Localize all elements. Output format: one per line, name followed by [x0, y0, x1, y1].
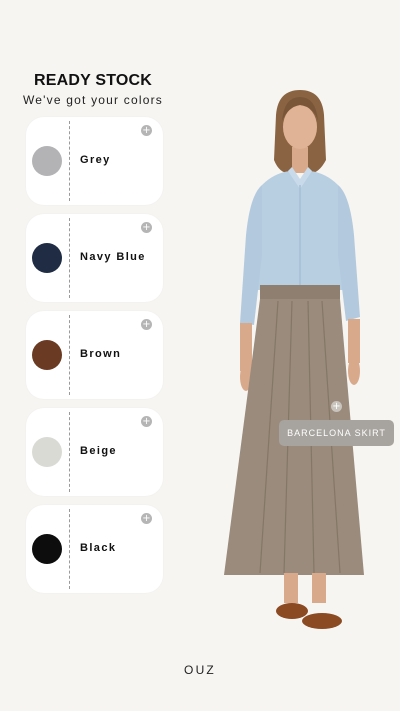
color-card-black[interactable]: Black + — [26, 505, 163, 593]
color-card-list: Grey + Navy Blue + Brown + Beige + Black… — [26, 117, 163, 602]
plus-circle-icon[interactable]: + — [141, 513, 152, 524]
color-label: Black — [80, 542, 117, 554]
brand-logo: OUZ — [184, 663, 216, 677]
divider — [69, 315, 70, 395]
color-card-grey[interactable]: Grey + — [26, 117, 163, 205]
plus-circle-icon[interactable]: + — [331, 401, 342, 412]
divider — [69, 412, 70, 492]
plus-circle-icon[interactable]: + — [141, 125, 152, 136]
page-title: READY STOCK — [33, 72, 153, 89]
divider — [69, 218, 70, 298]
product-tag[interactable]: BARCELONA SKIRT — [279, 420, 394, 446]
color-swatch — [32, 534, 62, 564]
color-card-navy-blue[interactable]: Navy Blue + — [26, 214, 163, 302]
color-label: Navy Blue — [80, 251, 146, 263]
plus-circle-icon[interactable]: + — [141, 319, 152, 330]
color-swatch — [32, 437, 62, 467]
page-subtitle: We've got your colors — [23, 93, 163, 107]
divider — [69, 509, 70, 589]
color-swatch — [32, 340, 62, 370]
divider — [69, 121, 70, 201]
color-label: Grey — [80, 154, 111, 166]
color-swatch — [32, 146, 62, 176]
color-card-brown[interactable]: Brown + — [26, 311, 163, 399]
header: READY STOCK We've got your colors — [0, 72, 186, 107]
color-label: Brown — [80, 348, 122, 360]
plus-circle-icon[interactable]: + — [141, 222, 152, 233]
color-swatch — [32, 243, 62, 273]
color-card-beige[interactable]: Beige + — [26, 408, 163, 496]
plus-circle-icon[interactable]: + — [141, 416, 152, 427]
model-photo — [224, 90, 364, 629]
color-label: Beige — [80, 445, 117, 457]
